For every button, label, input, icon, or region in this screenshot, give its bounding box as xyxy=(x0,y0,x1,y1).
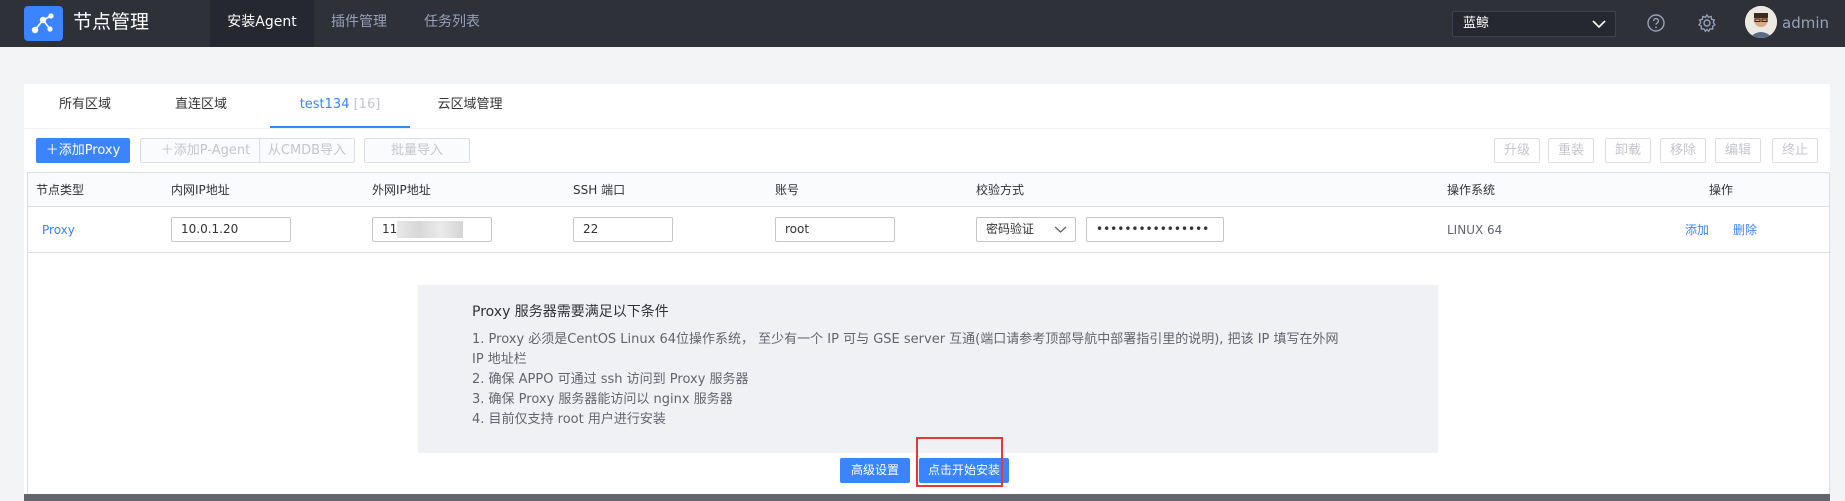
add-pagent-button[interactable]: ＋添加P-Agent xyxy=(140,138,271,163)
business-select[interactable]: 蓝鲸 xyxy=(1452,11,1616,37)
tab-label: 云区域管理 xyxy=(437,97,503,112)
node-type-link[interactable]: Proxy xyxy=(42,207,75,253)
table-row: Proxy 10.0.1.20 11 22 root 密码验证 ••••••••… xyxy=(28,207,1829,253)
chevron-down-icon xyxy=(1592,20,1606,29)
outer-ip-input[interactable]: 11 xyxy=(372,217,492,242)
notice-title: Proxy 服务器需要满足以下条件 xyxy=(472,304,669,320)
tab-label: 直连区域 xyxy=(174,97,227,112)
th-auth-type: 校验方式 xyxy=(976,183,1025,197)
th-outer-ip: 外网IP地址 xyxy=(372,183,431,197)
th-inner-ip: 内网IP地址 xyxy=(171,183,230,197)
tab-all-regions[interactable]: 所有区域 xyxy=(50,84,120,128)
nav-install-agent[interactable]: 安装Agent xyxy=(210,0,314,47)
uninstall-button[interactable]: 卸载 xyxy=(1605,138,1651,163)
ssh-port-input[interactable]: 22 xyxy=(573,217,673,242)
chevron-down-icon xyxy=(1054,226,1067,233)
bottom-bar xyxy=(24,494,1830,501)
th-node-type: 节点类型 xyxy=(36,183,85,197)
tab-count: [16] xyxy=(353,97,381,112)
batch-import-button[interactable]: 批量导入 xyxy=(364,138,470,163)
gear-icon[interactable] xyxy=(1697,13,1717,33)
inner-ip-input[interactable]: 10.0.1.20 xyxy=(171,217,291,242)
highlight-box xyxy=(916,437,1003,487)
delete-row-link[interactable]: 删除 xyxy=(1733,207,1757,253)
notice-item: IP 地址栏 xyxy=(472,352,527,367)
auth-type-value: 密码验证 xyxy=(986,222,1035,236)
account-input[interactable]: root xyxy=(775,217,895,242)
table-header: 节点类型 内网IP地址 外网IP地址 SSH 端口 账号 校验方式 操作系统 操… xyxy=(28,173,1829,207)
advanced-settings-button[interactable]: 高级设置 xyxy=(840,458,910,483)
proxy-requirements-notice: Proxy 服务器需要满足以下条件 1. Proxy 必须是CentOS Lin… xyxy=(418,285,1438,453)
user-name[interactable]: admin xyxy=(1782,12,1829,34)
notice-item: 3. 确保 Proxy 服务器能访问以 nginx 服务器 xyxy=(472,392,733,407)
help-icon[interactable] xyxy=(1646,13,1666,33)
blurred-ip-mask xyxy=(397,221,463,238)
import-cmdb-button[interactable]: 从CMDB导入 xyxy=(259,138,355,163)
tab-label: test134 xyxy=(299,97,350,112)
outer-ip-value: 11 xyxy=(382,222,398,236)
notice-item: 2. 确保 APPO 可通过 ssh 访问到 Proxy 服务器 xyxy=(472,372,749,387)
tab-cloud-region-manage[interactable]: 云区域管理 xyxy=(414,84,526,128)
business-select-value: 蓝鲸 xyxy=(1463,16,1490,31)
tab-test134[interactable]: test134 [16] xyxy=(270,84,410,128)
tab-divider xyxy=(24,128,1830,129)
tab-direct-region[interactable]: 直连区域 xyxy=(170,84,232,128)
th-actions: 操作 xyxy=(1709,183,1734,197)
th-account: 账号 xyxy=(775,183,800,197)
main-panel: 所有区域 直连区域 test134 [16] 云区域管理 ＋添加Proxy ＋添… xyxy=(24,84,1830,501)
nav-plugin-manage[interactable]: 插件管理 xyxy=(331,0,391,47)
app-title: 节点管理 xyxy=(73,11,150,33)
avatar[interactable] xyxy=(1745,6,1777,38)
reinstall-button[interactable]: 重装 xyxy=(1548,138,1594,163)
remove-button[interactable]: 移除 xyxy=(1660,138,1706,163)
th-os: 操作系统 xyxy=(1447,183,1496,197)
terminate-button[interactable]: 终止 xyxy=(1772,138,1818,163)
add-row-link[interactable]: 添加 xyxy=(1685,207,1709,253)
password-input[interactable]: •••••••••••••••• xyxy=(1086,217,1224,242)
notice-item: 4. 目前仅支持 root 用户进行安装 xyxy=(472,412,666,427)
edit-button[interactable]: 编辑 xyxy=(1715,138,1761,163)
add-proxy-button[interactable]: ＋添加Proxy xyxy=(36,138,130,163)
upgrade-button[interactable]: 升级 xyxy=(1494,138,1540,163)
os-value: LINUX 64 xyxy=(1447,223,1503,237)
th-ssh-port: SSH 端口 xyxy=(573,183,626,197)
top-navbar: 节点管理 安装Agent 插件管理 任务列表 蓝鲸 admin xyxy=(0,0,1845,47)
nav-task-list[interactable]: 任务列表 xyxy=(424,0,484,47)
notice-item: 1. Proxy 必须是CentOS Linux 64位操作系统， 至少有一个 … xyxy=(472,332,1339,347)
logo-icon[interactable] xyxy=(24,6,63,41)
auth-type-select[interactable]: 密码验证 xyxy=(976,217,1076,242)
tab-label: 所有区域 xyxy=(58,97,111,112)
